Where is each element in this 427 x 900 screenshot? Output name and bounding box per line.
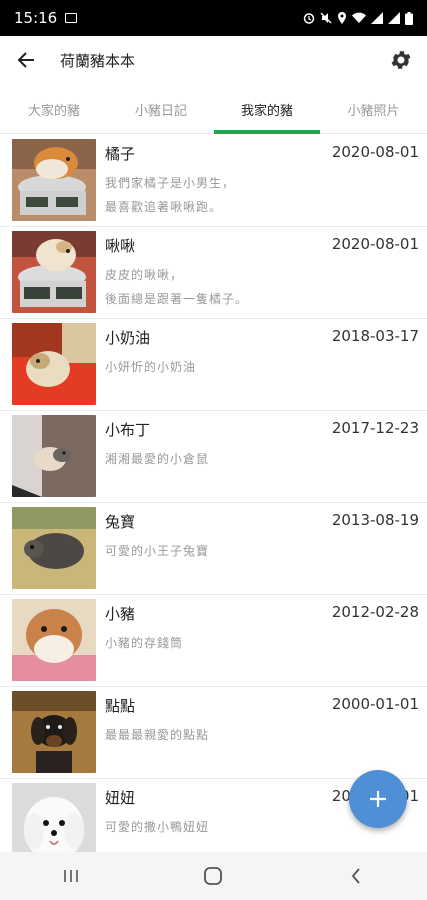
- chevron-left-icon: [351, 868, 360, 884]
- recent-apps-icon: [64, 870, 78, 882]
- back-button[interactable]: [0, 36, 52, 84]
- location-icon: [338, 12, 346, 24]
- photo-notification-icon: [65, 13, 78, 23]
- pet-date: 2020-08-01: [331, 235, 419, 253]
- system-back-button[interactable]: [326, 856, 386, 896]
- list-item[interactable]: 橘子 2020-08-01 我們家橘子是小男生， 最喜歡追著啾啾跑。: [0, 135, 427, 227]
- page-title: 荷蘭豬本本: [60, 51, 136, 70]
- list-item[interactable]: 小豬 2012-02-28 小豬的存錢筒: [0, 595, 427, 687]
- tab-pig-diary[interactable]: 小豬日記: [108, 84, 214, 134]
- status-icons: [303, 11, 413, 25]
- wifi-icon: [352, 12, 366, 23]
- pet-name: 點點: [105, 697, 136, 715]
- mute-icon: [320, 12, 332, 24]
- home-button[interactable]: [183, 856, 243, 896]
- pet-photo: [12, 507, 96, 589]
- pet-date: 2000-01-01: [331, 695, 419, 713]
- pet-description: 湘湘最愛的小倉鼠: [105, 452, 210, 466]
- status-bar: 15:16: [0, 0, 427, 36]
- list-item[interactable]: 兔寶 2013-08-19 可愛的小王子兔寶: [0, 503, 427, 595]
- list-item[interactable]: 啾啾 2020-08-01 皮皮的啾啾， 後面總是跟著一隻橘子。: [0, 227, 427, 319]
- list-item[interactable]: 點點 2000-01-01 最最最親愛的點點: [0, 687, 427, 779]
- pet-description: 我們家橘子是小男生， 最喜歡追著啾啾跑。: [105, 176, 236, 214]
- pet-description: 皮皮的啾啾， 後面總是跟著一隻橘子。: [105, 268, 249, 306]
- status-time: 15:16: [14, 9, 58, 27]
- battery-icon: [405, 11, 413, 25]
- home-icon: [204, 867, 223, 885]
- system-nav-bar: [0, 852, 427, 900]
- pet-date: 2013-08-19: [331, 511, 419, 529]
- pet-photo: [12, 323, 96, 405]
- pet-description: 小妍忻的小奶油: [105, 360, 197, 374]
- tab-my-pigs[interactable]: 我家的豬: [214, 84, 320, 134]
- active-tab-indicator: [214, 130, 320, 134]
- pet-date: 2018-03-17: [331, 327, 419, 345]
- signal-icon-2: [388, 12, 400, 24]
- pet-description: 小豬的存錢筒: [105, 636, 184, 650]
- tab-pig-photos[interactable]: 小豬照片: [320, 84, 427, 134]
- pet-date: 2020-08-01: [331, 143, 419, 161]
- pet-photo: [12, 599, 96, 681]
- pet-photo: [12, 691, 96, 773]
- recent-apps-button[interactable]: [41, 856, 101, 896]
- pet-name: 小豬: [105, 605, 136, 623]
- plus-icon: [370, 791, 386, 807]
- alarm-icon: [303, 13, 315, 24]
- arrow-back-icon: [17, 52, 34, 68]
- pet-name: 妞妞: [105, 789, 136, 807]
- pet-name: 橘子: [105, 145, 136, 163]
- pet-name: 啾啾: [105, 237, 136, 255]
- pet-date: 2012-02-28: [331, 603, 419, 621]
- add-pet-button[interactable]: [349, 770, 407, 828]
- pet-photo: [12, 231, 96, 313]
- gear-icon: [391, 51, 411, 69]
- list-item[interactable]: 小布丁 2017-12-23 湘湘最愛的小倉鼠: [0, 411, 427, 503]
- pet-photo: [12, 783, 96, 852]
- pet-date: 2017-12-23: [331, 419, 419, 437]
- tab-bar: 大家的豬 小豬日記 我家的豬 小豬照片: [0, 84, 427, 134]
- pet-description: 可愛的小王子兔寶: [105, 544, 210, 558]
- signal-icon: [371, 12, 383, 24]
- pet-name: 兔寶: [105, 513, 136, 531]
- pet-description: 最最最親愛的點點: [105, 728, 210, 742]
- tab-everyone-pigs[interactable]: 大家的豬: [0, 84, 108, 134]
- pet-photo: [12, 139, 96, 221]
- list-item[interactable]: 小奶油 2018-03-17 小妍忻的小奶油: [0, 319, 427, 411]
- pet-description: 可愛的撒小鴨妞妞: [105, 820, 210, 834]
- app-bar: 荷蘭豬本本: [0, 36, 427, 84]
- pet-list: 橘子 2020-08-01 我們家橘子是小男生， 最喜歡追著啾啾跑。 啾啾 20…: [0, 135, 427, 852]
- pet-name: 小布丁: [105, 421, 151, 439]
- settings-button[interactable]: [389, 48, 413, 72]
- pet-photo: [12, 415, 96, 497]
- pet-name: 小奶油: [105, 329, 151, 347]
